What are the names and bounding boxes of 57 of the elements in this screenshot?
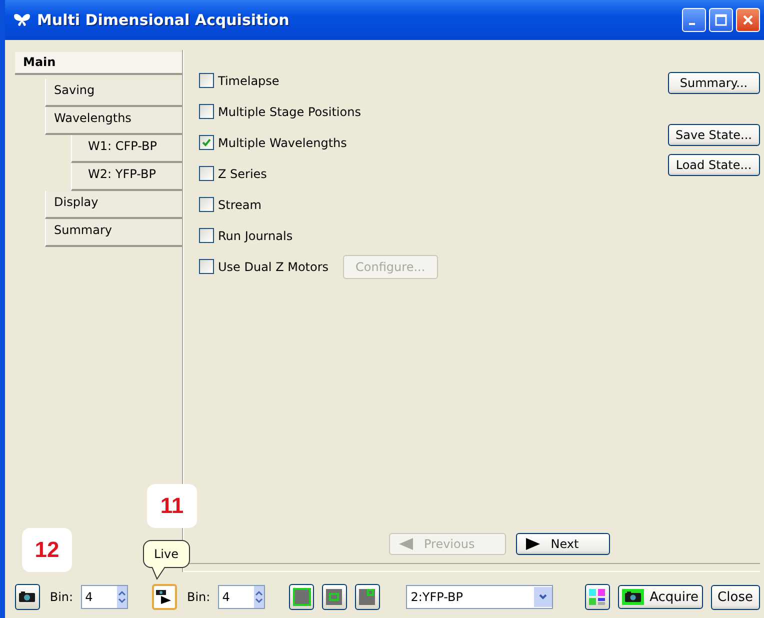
checkbox-label: Z Series (218, 166, 267, 180)
camera-icon (18, 591, 36, 603)
checkbox-label: Multiple Wavelengths (218, 136, 347, 150)
camera-icon (622, 589, 644, 605)
minimize-icon (689, 23, 695, 25)
butterfly-icon (13, 13, 31, 27)
tree-item[interactable]: W1: CFP-BP (71, 135, 183, 163)
close-icon (742, 14, 754, 26)
callout-number: 12 (22, 528, 72, 572)
window-title: Multi Dimensional Acquisition (37, 11, 290, 29)
corner-region-button[interactable] (354, 584, 380, 610)
checkbox[interactable] (199, 228, 214, 243)
checkbox[interactable] (199, 259, 214, 274)
side-button[interactable]: Save State... (668, 124, 760, 146)
checkbox-label: Timelapse (218, 74, 280, 88)
tooltip: Live (143, 540, 190, 581)
bin-spinner[interactable]: 4 (218, 585, 266, 609)
live-button[interactable] (152, 584, 177, 610)
checkbox[interactable] (199, 197, 214, 212)
wavelength-dropdown[interactable]: 2:YFP-BP (406, 585, 553, 609)
camera-play-icon (155, 589, 174, 605)
bin-label: Bin: (50, 590, 74, 604)
close-dialog-button[interactable]: Close (710, 584, 760, 610)
full-region-button[interactable] (289, 584, 314, 610)
checkbox-label: Stream (218, 198, 262, 212)
snap-button[interactable] (15, 584, 40, 610)
checkbox-label: Use Dual Z Motors (218, 260, 329, 274)
maximize-icon (715, 14, 727, 26)
tree-item[interactable]: Display (45, 191, 183, 219)
bin-spinner[interactable]: 4 (81, 585, 128, 609)
right-triangle-icon (524, 537, 541, 551)
left-triangle-icon (398, 537, 414, 551)
callout-number: 11 (147, 484, 197, 528)
tree-item[interactable]: Summary (45, 219, 183, 247)
checkbox[interactable] (199, 166, 214, 181)
checkbox-label: Run Journals (218, 228, 293, 242)
chevron-down-icon (538, 593, 548, 601)
minimize-button[interactable] (682, 8, 706, 32)
tree-item[interactable]: Wavelengths (45, 107, 183, 135)
tree-item[interactable]: Saving (45, 79, 183, 107)
bin-label: Bin: (186, 590, 210, 604)
color-grid-icon[interactable] (584, 584, 610, 610)
side-button[interactable]: Load State... (668, 154, 760, 176)
tree-item[interactable]: Main (15, 52, 183, 75)
side-button[interactable]: Summary... (668, 72, 760, 94)
checkbox[interactable] (199, 135, 214, 150)
next-button[interactable]: Next (516, 533, 610, 555)
acquire-button[interactable]: Acquire (618, 585, 703, 609)
check-icon (201, 137, 212, 148)
checkbox[interactable] (199, 73, 214, 88)
checkbox-label: Multiple Stage Positions (218, 104, 361, 118)
center-region-button[interactable] (322, 584, 347, 610)
close-button[interactable] (736, 8, 760, 32)
maximize-button[interactable] (709, 8, 733, 32)
tooltip-tail (151, 567, 167, 581)
checkbox[interactable] (199, 104, 214, 119)
tree-item[interactable]: W2: YFP-BP (71, 163, 183, 191)
